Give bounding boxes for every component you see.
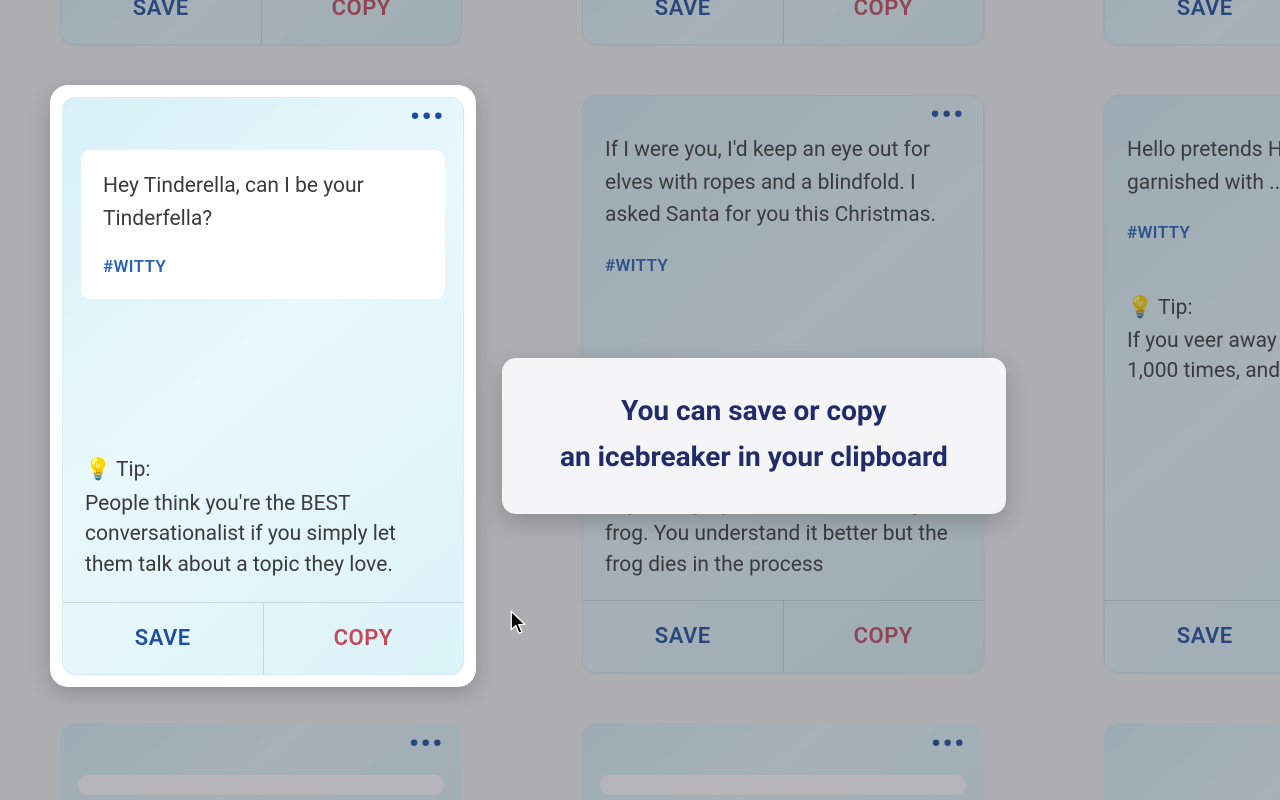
copy-button[interactable]: COPY: [784, 601, 984, 672]
card-tag[interactable]: #WITTY: [1105, 207, 1280, 261]
card-message-box: Hey Tinderella, can I be your Tinderfell…: [81, 150, 445, 299]
card-actions: SAVE COPY: [63, 602, 463, 674]
card-tip: 💡 Tip: If you veer away attributes, whic…: [1105, 261, 1280, 406]
card-message: [600, 775, 966, 795]
card-message: [78, 775, 444, 795]
save-button[interactable]: SAVE: [63, 603, 264, 674]
save-button[interactable]: SAVE: [1105, 601, 1280, 672]
tip-text: People think you're the BEST conversatio…: [85, 489, 441, 580]
more-icon[interactable]: •••: [930, 110, 965, 120]
tooltip-line-1: You can save or copy: [560, 388, 948, 434]
card-actions: SAVE COPY: [583, 0, 983, 44]
card-tag[interactable]: #WITTY: [583, 240, 983, 294]
tooltip-line-2: an icebreaker in your clipboard: [560, 434, 948, 480]
icebreaker-card: SAVE COPY: [582, 0, 984, 45]
more-icon[interactable]: •••: [931, 739, 966, 749]
card-actions: SAVE COPY: [583, 600, 983, 672]
icebreaker-card: •••: [582, 723, 984, 800]
card-tip: 💡 Tip: People think you're the BEST conv…: [63, 455, 463, 602]
copy-button[interactable]: COPY: [264, 603, 464, 674]
grid-col-3: SAVE COPY ••• Hello pretends Here's your…: [1104, 0, 1280, 800]
card-tag[interactable]: #WITTY: [103, 257, 423, 277]
card-message: Hey Tinderella, can I be your Tinderfell…: [103, 170, 423, 235]
icebreaker-card: •••: [1104, 723, 1280, 800]
card-actions: SAVE COPY: [1105, 0, 1280, 44]
card-actions: SAVE COPY: [61, 0, 461, 44]
card-message: Hello pretends Here's your ice garnished…: [1105, 96, 1280, 207]
card-actions: SAVE COPY: [1105, 600, 1280, 672]
tip-label: 💡 Tip:: [85, 455, 441, 487]
copy-button[interactable]: COPY: [784, 0, 984, 44]
icebreaker-card: ••• Hey Tinderella, can I be your Tinder…: [62, 97, 464, 675]
highlighted-card-wrapper: ••• Hey Tinderella, can I be your Tinder…: [50, 85, 476, 687]
copy-button[interactable]: COPY: [262, 0, 462, 44]
save-button[interactable]: SAVE: [1105, 0, 1280, 44]
save-button[interactable]: SAVE: [583, 601, 784, 672]
onboarding-tooltip: You can save or copy an icebreaker in yo…: [502, 358, 1006, 514]
save-button[interactable]: SAVE: [61, 0, 262, 44]
tip-text: If you veer away attributes, which 1,000…: [1127, 326, 1280, 387]
icebreaker-card: •••: [60, 723, 462, 800]
icebreaker-card: SAVE COPY: [60, 0, 462, 45]
card-message: If I were you, I'd keep an eye out for e…: [583, 96, 983, 240]
more-icon[interactable]: •••: [410, 112, 445, 122]
save-button[interactable]: SAVE: [583, 0, 784, 44]
icebreaker-card: ••• Hello pretends Here's your ice garni…: [1104, 95, 1280, 673]
more-icon[interactable]: •••: [409, 739, 444, 749]
tip-label: 💡 Tip:: [1127, 293, 1280, 323]
cursor-icon: [510, 610, 528, 636]
icebreaker-card: SAVE COPY: [1104, 0, 1280, 45]
